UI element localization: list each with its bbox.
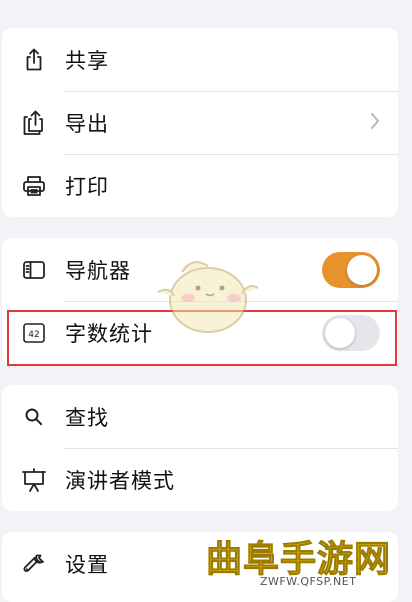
menu-item-label: 导出 [65,111,109,136]
menu-item-export[interactable]: 导出 [2,91,398,154]
menu-group-share-export-print: 共享 导出 打印 [2,28,398,217]
wrench-icon [20,550,48,578]
menu-group-find-presenter: 查找 演讲者模式 [2,385,398,511]
menu-item-settings[interactable]: 设置 [2,532,398,595]
menu-item-label: 设置 [65,552,109,577]
menu-item-navigator[interactable]: 导航器 [2,238,398,301]
sidebar-icon [20,256,48,284]
menu-item-find[interactable]: 查找 [2,385,398,448]
word-count-toggle[interactable] [322,314,380,351]
word-count-badge: 42 [28,330,39,340]
search-icon [20,403,48,431]
toggle-knob [347,254,377,285]
menu-item-label: 共享 [65,48,109,73]
presenter-icon [20,466,48,494]
menu-item-label: 导航器 [65,258,131,283]
word-count-icon: 42 [20,319,48,347]
menu-item-word-count[interactable]: 42 字数统计 [2,301,398,364]
menu-item-label: 演讲者模式 [65,468,175,493]
menu-item-print[interactable]: 打印 [2,154,398,217]
menu-item-share[interactable]: 共享 [2,28,398,91]
printer-icon [20,172,48,200]
chevron-right-icon [370,112,380,134]
menu-item-presenter-mode[interactable]: 演讲者模式 [2,448,398,511]
menu-group-settings: 设置 [2,532,398,602]
menu-item-label: 字数统计 [65,321,153,346]
menu-item-label: 打印 [65,174,109,199]
toggle-knob [325,317,355,348]
export-icon [20,109,48,137]
menu-item-label: 查找 [65,405,109,430]
navigator-toggle[interactable] [322,251,380,288]
share-icon [20,46,48,74]
menu-group-navigator-wordcount: 导航器 42 字数统计 [2,238,398,364]
